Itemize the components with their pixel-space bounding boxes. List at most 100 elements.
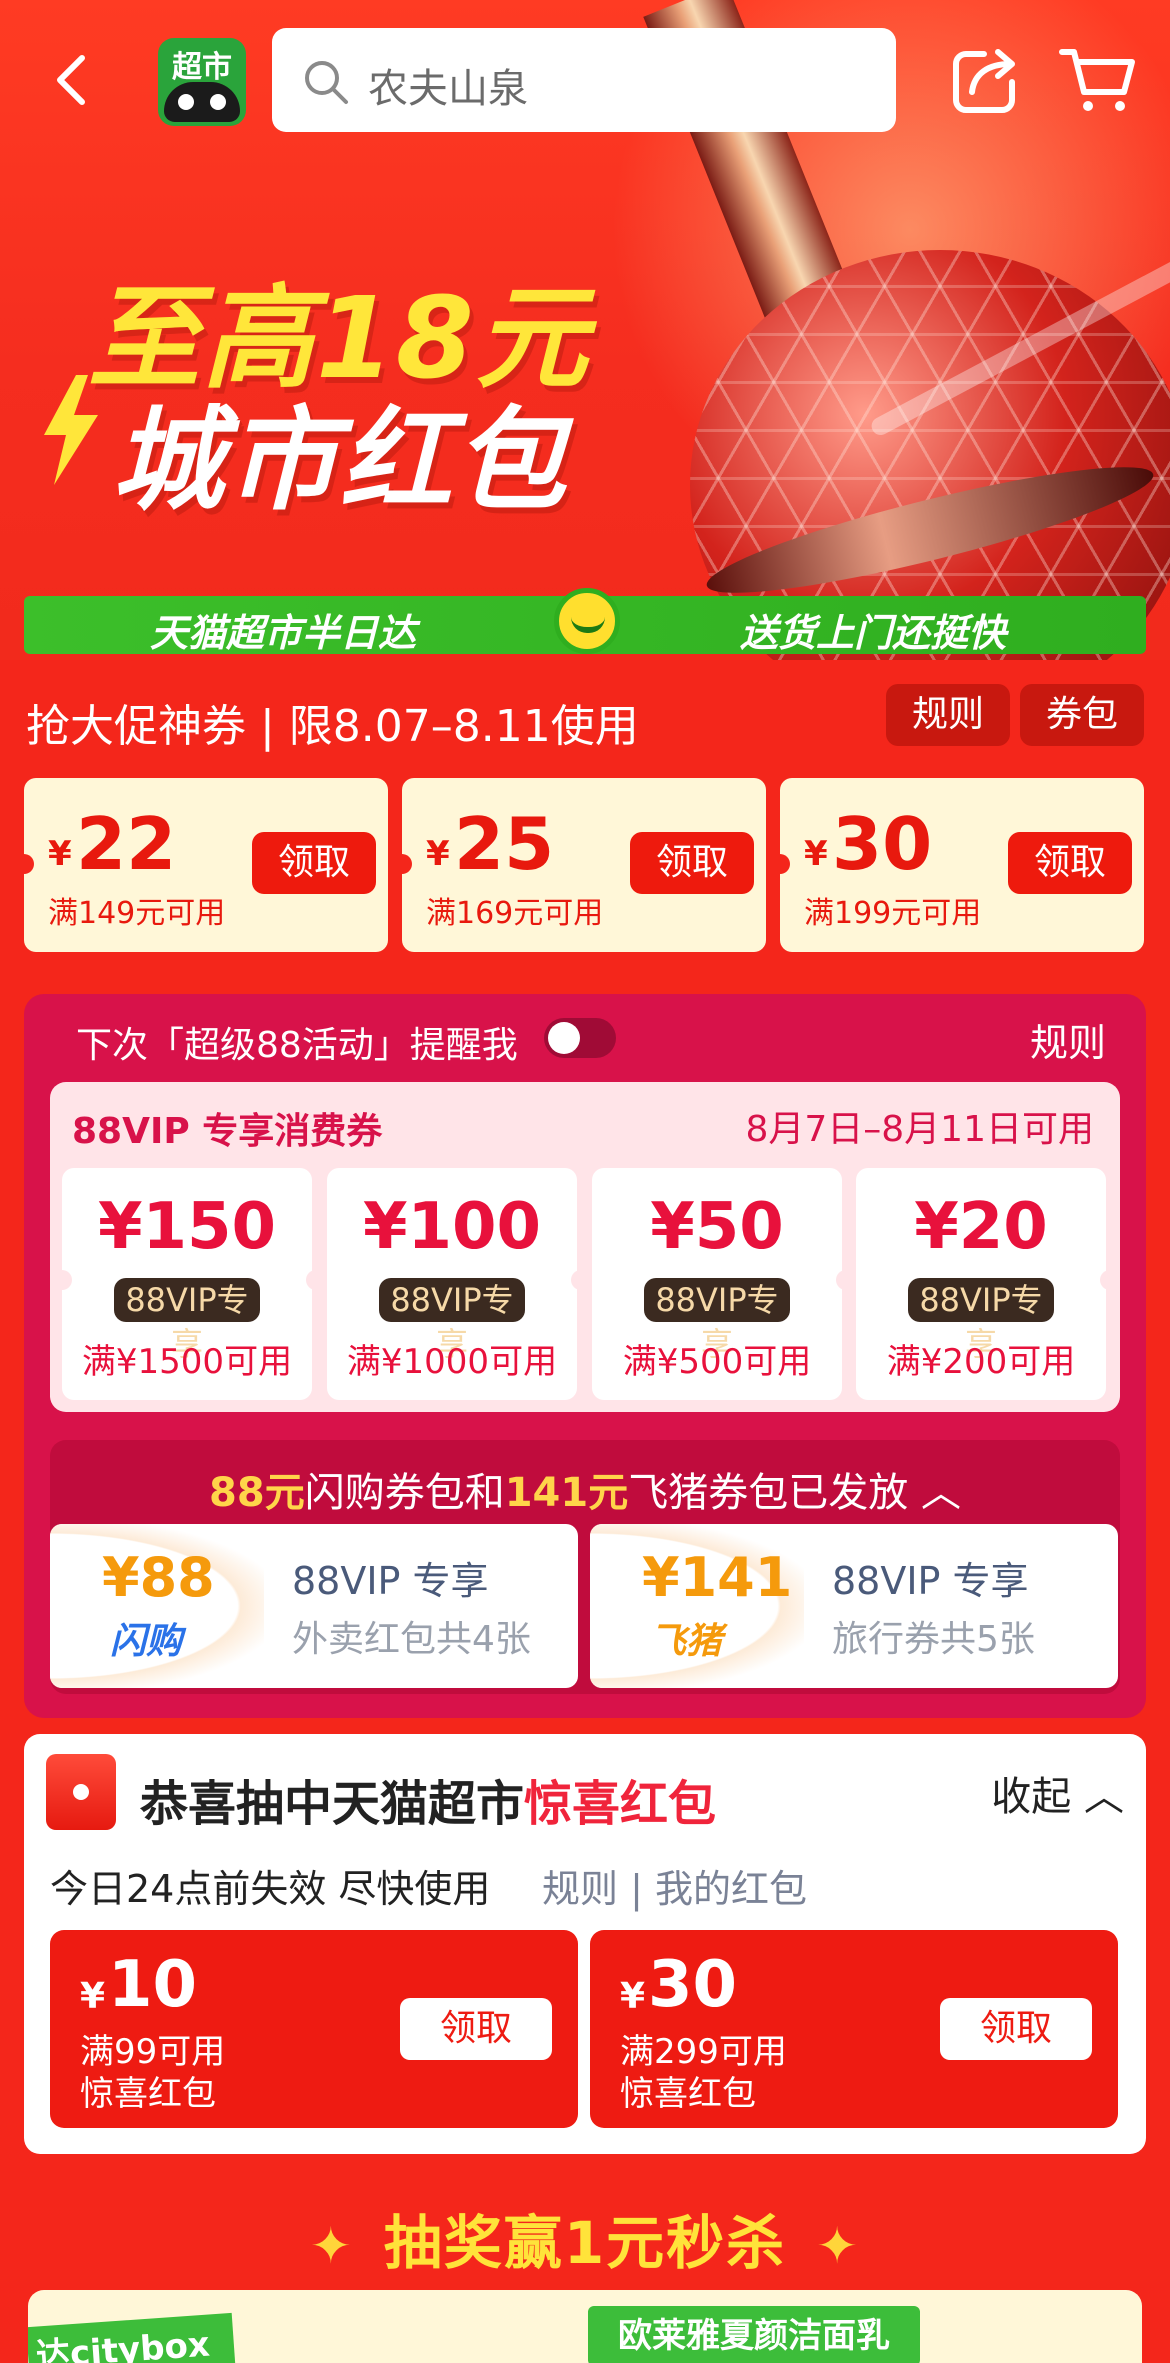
delivery-banner-right-text: 送货上门还挺快 (740, 611, 1007, 655)
claim-red-packet-button[interactable]: 领取 (400, 1998, 552, 2060)
red-packet-icon (46, 1754, 116, 1830)
search-placeholder: 农夫山泉 (368, 66, 528, 112)
share-icon[interactable] (950, 46, 1020, 116)
lottery-panel[interactable]: 达citybox 欧莱雅夏颜洁面乳 (28, 2290, 1142, 2363)
collapse-label: 收起 (991, 1774, 1072, 1820)
claim-red-packet-button[interactable]: 领取 (940, 1998, 1092, 2060)
red-packet-amount: 30 (648, 1948, 738, 2022)
coupon-card[interactable]: ¥ 25 满169元可用 领取 (402, 778, 766, 952)
search-input[interactable]: 农夫山泉 (272, 28, 896, 132)
claim-coupon-button[interactable]: 领取 (630, 832, 754, 894)
vip-remind-label: 下次「超级88活动」提醒我 (76, 1025, 518, 1066)
chevron-up-icon: ︿ (1084, 1774, 1124, 1820)
coupon-currency: ¥ (426, 834, 450, 874)
claim-coupon-button[interactable]: 领取 (1008, 832, 1132, 894)
red-packet[interactable]: ¥ 30 满299可用 惊喜红包 领取 (590, 1930, 1118, 2128)
coupon-amount: 30 (832, 802, 933, 886)
delivery-banner-left-text: 天猫超市半日达 (150, 611, 417, 655)
surprise-title: 恭喜抽中天猫超市惊喜红包 (140, 1764, 716, 1834)
mascot-icon (554, 588, 620, 654)
surprise-title-prefix: 恭喜抽中天猫超市 (140, 1776, 525, 1832)
vip-coupon-condition: 满¥1500可用 (81, 1342, 293, 1382)
toggle-knob (548, 1022, 580, 1054)
cart-icon[interactable] (1058, 46, 1138, 116)
coupon-amount: 22 (76, 802, 177, 886)
vip-badge: 88VIP专享 (908, 1278, 1054, 1363)
vip-coupon[interactable]: ¥50 88VIP专享 满¥500可用 (592, 1168, 842, 1400)
pack-title: 88VIP 专享 (292, 1559, 489, 1603)
lottery-title: ✦ 抽奖赢1元秒杀 ✦ (0, 2196, 1170, 2280)
coupon-notch (836, 1270, 856, 1290)
vip-rules-link[interactable]: 规则 (1030, 1012, 1106, 1067)
vip-coupon-amount: ¥20 (914, 1190, 1048, 1264)
red-packet-name: 惊喜红包 (620, 2074, 756, 2114)
top-nav: 超市 农夫山泉 (0, 20, 1170, 140)
pack-amount: ¥88 (102, 1546, 215, 1609)
expire-note: 今日24点前失效 尽快使用 (50, 1867, 491, 1911)
red-packet[interactable]: ¥ 10 满99可用 惊喜红包 领取 (50, 1930, 578, 2128)
pack-amount: ¥141 (642, 1546, 793, 1609)
chevron-up-icon: ︿ (920, 1470, 961, 1516)
surprise-redpacket-card: 恭喜抽中天猫超市惊喜红包 收起 ︿ 今日24点前失效 尽快使用 规则 | 我的红… (24, 1734, 1146, 2154)
remind-toggle[interactable] (544, 1018, 616, 1058)
vip-coupon-condition: 满¥1000可用 (346, 1342, 558, 1382)
pack-brand: 闪购 (110, 1621, 183, 1662)
search-icon (305, 61, 348, 104)
lottery-title-text: 抽奖赢1元秒杀 (383, 2209, 787, 2277)
coupon-amount: 25 (454, 802, 555, 886)
sparkle-icon: ✦ (816, 2217, 861, 2275)
vip-badge: 88VIP专享 (644, 1278, 790, 1363)
tmall-supermarket-logo[interactable]: 超市 (158, 38, 246, 126)
vip-packs-section: 88元闪购券包和141元飞猪券包已发放 ︿ ¥88 闪购 88VIP 专享 外卖… (50, 1440, 1120, 1694)
coupon-notch (571, 1270, 591, 1290)
pack-brand: 飞猪 (650, 1621, 723, 1662)
packs-title-end: 飞猪券包已发放 (628, 1470, 909, 1516)
vip-coupon-amount: ¥100 (362, 1190, 542, 1264)
vip-coupon-amount: ¥50 (650, 1190, 784, 1264)
fliggy-pack-amount: 141元 (504, 1470, 629, 1516)
coupon-currency: ¥ (48, 834, 72, 874)
claim-coupon-button[interactable]: 领取 (252, 832, 376, 894)
coupon-notch (52, 1270, 72, 1290)
coupon-card[interactable]: ¥ 30 满199元可用 领取 (780, 778, 1144, 952)
vip-badge: 88VIP专享 (114, 1278, 260, 1363)
pack-title: 88VIP 专享 (832, 1559, 1029, 1603)
red-packet-currency: ¥ (80, 1976, 106, 2017)
red-packet-name: 惊喜红包 (80, 2074, 216, 2114)
collapse-button[interactable]: 收起 ︿ (991, 1764, 1124, 1822)
vip-card-date: 8月7日–8月11日可用 (745, 1109, 1094, 1150)
coupon-notch (306, 1270, 326, 1290)
sparkle-icon: ✦ (309, 2217, 354, 2275)
vip-packs-title[interactable]: 88元闪购券包和141元飞猪券包已发放 ︿ (50, 1460, 1120, 1518)
logo-text: 超市 (172, 50, 232, 85)
flash-buy-pack[interactable]: ¥88 闪购 88VIP 专享 外卖红包共4张 (50, 1524, 578, 1688)
surprise-title-highlight: 惊喜红包 (524, 1776, 717, 1832)
back-icon[interactable] (44, 50, 104, 110)
vip-coupon[interactable]: ¥150 88VIP专享 满¥1500可用 (62, 1168, 312, 1400)
red-packet-amount: 10 (108, 1948, 198, 2022)
packs-title-mid: 闪购券包和 (304, 1470, 505, 1516)
rules-and-my-packets-links[interactable]: 规则 | 我的红包 (542, 1858, 807, 1913)
promo-title: 抢大促神券 | 限8.07–8.11使用 (26, 701, 639, 752)
cat-logo-icon (164, 82, 240, 122)
coupon-notch (1100, 1270, 1120, 1290)
vip-coupon-condition: 满¥200可用 (886, 1342, 1076, 1382)
red-packet-currency: ¥ (620, 1976, 646, 2017)
product-tag: 欧莱雅夏颜洁面乳 (588, 2306, 920, 2363)
flash-pack-amount: 88元 (209, 1470, 305, 1516)
coupon-condition: 满149元可用 (48, 896, 226, 931)
rules-button[interactable]: 规则 (886, 684, 1010, 746)
coupon-wallet-button[interactable]: 券包 (1020, 684, 1144, 746)
vip-coupon-amount: ¥150 (97, 1190, 277, 1264)
vip-coupon[interactable]: ¥20 88VIP专享 满¥200可用 (856, 1168, 1106, 1400)
citybox-tag: 达citybox (28, 2312, 236, 2363)
vip-coupon-card: 88VIP 专享消费券 8月7日–8月11日可用 ¥150 88VIP专享 满¥… (50, 1082, 1120, 1412)
vip-badge: 88VIP专享 (379, 1278, 525, 1363)
pack-desc: 外卖红包共4张 (292, 1619, 531, 1660)
delivery-banner[interactable]: 天猫超市半日达 送货上门还挺快 (24, 588, 1146, 655)
vip-coupon[interactable]: ¥100 88VIP专享 满¥1000可用 (327, 1168, 577, 1400)
pack-desc: 旅行券共5张 (832, 1619, 1035, 1660)
coupon-card[interactable]: ¥ 22 满149元可用 领取 (24, 778, 388, 952)
fliggy-pack[interactable]: ¥141 飞猪 88VIP 专享 旅行券共5张 (590, 1524, 1118, 1688)
vip-coupon-condition: 满¥500可用 (622, 1342, 812, 1382)
